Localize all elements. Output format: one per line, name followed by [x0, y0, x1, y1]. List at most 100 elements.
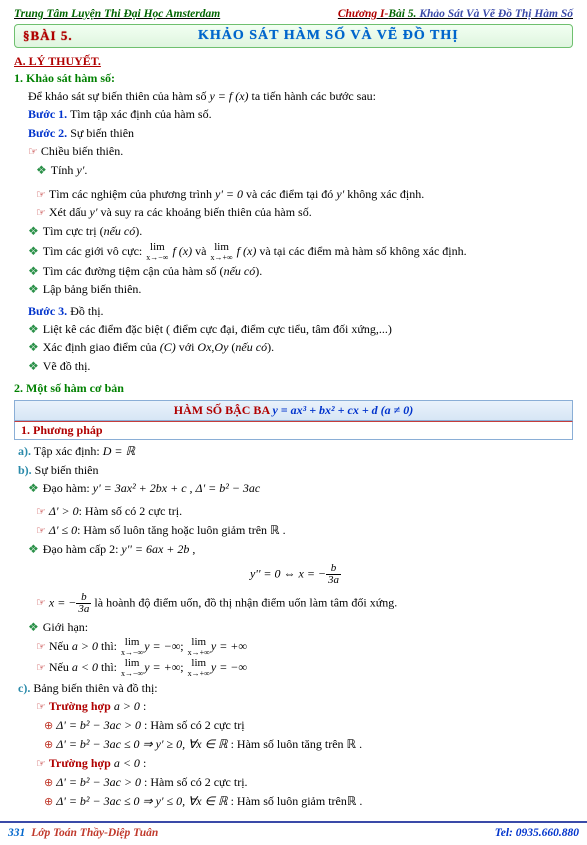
th-label-1: Trường hợp: [49, 699, 114, 713]
body-content: Để khảo sát sự biến thiên của hàm số y =…: [14, 88, 573, 375]
thi-1: thì:: [98, 639, 120, 653]
frac-1: b3a: [326, 563, 341, 586]
case-gt0-1: ⊕Δ' = b² − 3ac > 0 : Hàm số có 2 cực trị: [44, 717, 573, 735]
bai-label: Bài 5.: [388, 8, 416, 20]
dot: .: [84, 163, 87, 177]
ox: Ox: [197, 340, 211, 354]
gv-3: và tại các điểm mà hàm số không xác định…: [259, 244, 466, 258]
cbt-line: ☞Chiều biến thiên.: [28, 143, 573, 161]
oy: Oy: [214, 340, 228, 354]
neuco-2: nếu có: [224, 264, 256, 278]
cg0: Δ' = b² − 3ac > 0: [56, 718, 141, 732]
lim-w: lim: [210, 242, 232, 254]
lim-2: limx→+∞: [210, 242, 232, 262]
lim-sub: x→+∞: [210, 254, 232, 262]
lim-4: limx→+∞: [188, 637, 210, 657]
cuctri-line: ❖ Tìm cực trị (nếu có).: [28, 223, 573, 240]
a-gt0: a > 0: [72, 639, 98, 653]
cg0b-t: : Hàm số có 2 cực trị.: [141, 775, 247, 789]
th-a-lt0: ☞Trường hợp a < 0 :: [36, 755, 573, 773]
oplus-icon: ⊕: [44, 739, 53, 751]
tinh-y-line: ❖Tính y'.: [36, 162, 573, 179]
epinf2: = +∞: [150, 660, 181, 674]
diamond-icon: ❖: [28, 224, 39, 238]
step3-label: Bước 3.: [28, 304, 67, 318]
daoham-label: Đạo hàm:: [43, 481, 93, 495]
sub-1-title: 1. Khảo sát hàm số:: [14, 71, 573, 86]
nghiem-line: ☞Tìm các nghiệm của phương trình y' = 0 …: [36, 186, 573, 204]
vedothi-line: ❖Vẽ đồ thị.: [28, 358, 573, 375]
neu-2: Nếu: [49, 660, 72, 674]
body-content-2: a). Tập xác định: D = ℝ b). Sự biến thiê…: [14, 443, 573, 811]
banner-center: KHẢO SÁT HÀM SỐ VÀ VẼ ĐỒ THỊ: [93, 28, 564, 44]
step-2: Bước 2. Sự biến thiên: [28, 125, 573, 142]
cl0a: Δ' = b² − 3ac ≤ 0 ⇒ y' ≥ 0, ∀x ∈ ℝ: [56, 737, 227, 751]
oplus-icon: ⊕: [44, 720, 53, 732]
neuco-1: nếu có: [104, 224, 136, 238]
diamond-icon: ❖: [28, 322, 39, 336]
C: (C): [160, 340, 176, 354]
nghiem-1: Tìm các nghiệm của phương trình: [49, 187, 215, 201]
hand-icon: ☞: [36, 207, 46, 219]
b-label: b).: [18, 463, 32, 477]
nghiem-2: và các điểm tại đó: [243, 187, 336, 201]
diamond-icon: ❖: [36, 163, 47, 177]
rr-3: ℝ: [347, 794, 357, 808]
c-text: Bảng biến thiên và đồ thị:: [30, 681, 157, 695]
th-a-gt0: ☞Trường hợp a > 0 :: [36, 698, 573, 716]
ce-left: y'' = 0 ⇔ x = −: [250, 566, 326, 580]
hand-icon: ☞: [36, 525, 46, 537]
lim-6: limx→+∞: [188, 658, 210, 678]
hand-icon: ☞: [36, 189, 46, 201]
uon-post: là hoành độ điểm uốn, đồ thị nhận điểm u…: [91, 595, 397, 609]
diamond-icon: ❖: [28, 244, 39, 258]
xacdinh-1: Xác định giao điểm của: [43, 340, 160, 354]
section-a-title: A. LÝ THUYẾT.: [14, 54, 573, 69]
lim-5: limx→−∞: [121, 658, 143, 678]
step3-text: Đồ thị.: [67, 304, 103, 318]
frac-n: b: [326, 563, 341, 575]
dhc2-line: ❖Đạo hàm cấp 2: y'' = 6ax + 2b ,: [28, 541, 573, 558]
tiemcan-line: ❖Tìm các đường tiệm cận của hàm số (nếu …: [28, 263, 573, 280]
rr-2: ℝ: [347, 737, 357, 751]
frac-d2: 3a: [76, 604, 91, 615]
cuctri-1: Tìm cực trị (: [43, 224, 104, 238]
step1-text: Tìm tập xác định của hàm số.: [67, 107, 211, 121]
colon-2: :: [140, 756, 146, 770]
neuco-3: nếu có: [235, 340, 267, 354]
colon-1: :: [140, 699, 146, 713]
nghiem-3: không xác định.: [344, 187, 424, 201]
ls: x→+∞: [188, 649, 210, 657]
dgt0-text: : Hàm số có 2 cực trị.: [79, 504, 182, 518]
gv-1: Tìm các giới vô cực:: [43, 244, 145, 258]
banner-left: §BÀI 5.: [23, 28, 73, 44]
th-label-2: Trường hợp: [49, 756, 114, 770]
cg0-t: : Hàm số có 2 cực trị: [141, 718, 244, 732]
page: Trung Tâm Luyện Thi Đại Học Amsterdam Ch…: [0, 0, 587, 811]
lim-fx-1: f (x): [172, 244, 192, 258]
b-line: b). Sự biến thiên: [18, 462, 573, 479]
lim-sub: x→−∞: [146, 254, 168, 262]
gioihan-line: ❖Giới hạn:: [28, 619, 573, 636]
xacdinh-line: ❖Xác định giao điểm của (C) với Ox,Oy (n…: [28, 339, 573, 356]
a-text: Tập xác định:: [31, 444, 103, 458]
dle0: Δ' ≤ 0: [49, 523, 77, 537]
dhc2-label: Đạo hàm cấp 2:: [43, 542, 122, 556]
dle0-text: : Hàm số luôn tăng hoặc luôn giảm trên: [77, 523, 270, 537]
lim-3: limx→−∞: [121, 637, 143, 657]
lim-a-gt0: ☞Nếu a > 0 thì: limx→−∞y = −∞; limx→+∞y …: [36, 637, 573, 657]
frac-d: 3a: [326, 575, 341, 586]
rr-1: ℝ: [270, 523, 280, 537]
cl0b-t: : Hàm số luôn giảm trên: [228, 794, 347, 808]
a-label: a).: [18, 444, 31, 458]
uon-line: ☞x = −b3a là hoành độ điểm uốn, đồ thị n…: [36, 592, 573, 615]
cl0b: Δ' = b² − 3ac ≤ 0 ⇒ y' ≤ 0, ∀x ∈ ℝ: [56, 794, 227, 808]
diamond-icon: ❖: [28, 282, 39, 296]
sc: ;: [180, 639, 186, 653]
uon-pre: x = −: [49, 595, 77, 609]
oplus-icon: ⊕: [44, 796, 53, 808]
a-lt0-2: a < 0: [114, 756, 140, 770]
vedothi-text: Vẽ đồ thị.: [43, 359, 91, 373]
hand-icon: ☞: [36, 662, 46, 674]
cp-1: ).: [135, 224, 142, 238]
